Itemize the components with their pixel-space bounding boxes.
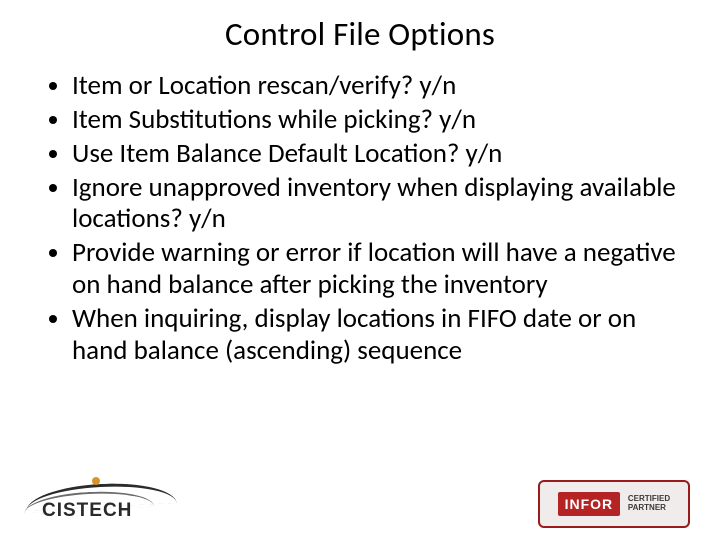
infor-badge-text: CERTIFIED PARTNER	[628, 495, 670, 513]
slide-title: Control File Options	[0, 0, 720, 54]
infor-partner-badge: INFOR CERTIFIED PARTNER	[538, 480, 690, 528]
list-item: Item or Location rescan/verify? y/n	[72, 70, 682, 102]
cistech-logo: CISTECH	[24, 478, 199, 528]
bullet-list: Item or Location rescan/verify? y/n Item…	[38, 70, 682, 367]
cistech-wordmark: CISTECH	[42, 500, 132, 522]
list-item: Ignore unapproved inventory when display…	[72, 172, 682, 236]
footer: CISTECH INFOR CERTIFIED PARTNER	[0, 478, 720, 528]
infor-wordmark: INFOR	[558, 492, 620, 516]
slide-body: Item or Location rescan/verify? y/n Item…	[0, 54, 720, 367]
list-item: Use Item Balance Default Location? y/n	[72, 138, 682, 170]
list-item: When inquiring, display locations in FIF…	[72, 303, 682, 367]
list-item: Provide warning or error if location wil…	[72, 237, 682, 301]
cistech-dot-icon	[92, 477, 100, 485]
infor-partner-label: PARTNER	[628, 504, 670, 513]
list-item: Item Substitutions while picking? y/n	[72, 104, 682, 136]
slide: Control File Options Item or Location re…	[0, 0, 720, 540]
